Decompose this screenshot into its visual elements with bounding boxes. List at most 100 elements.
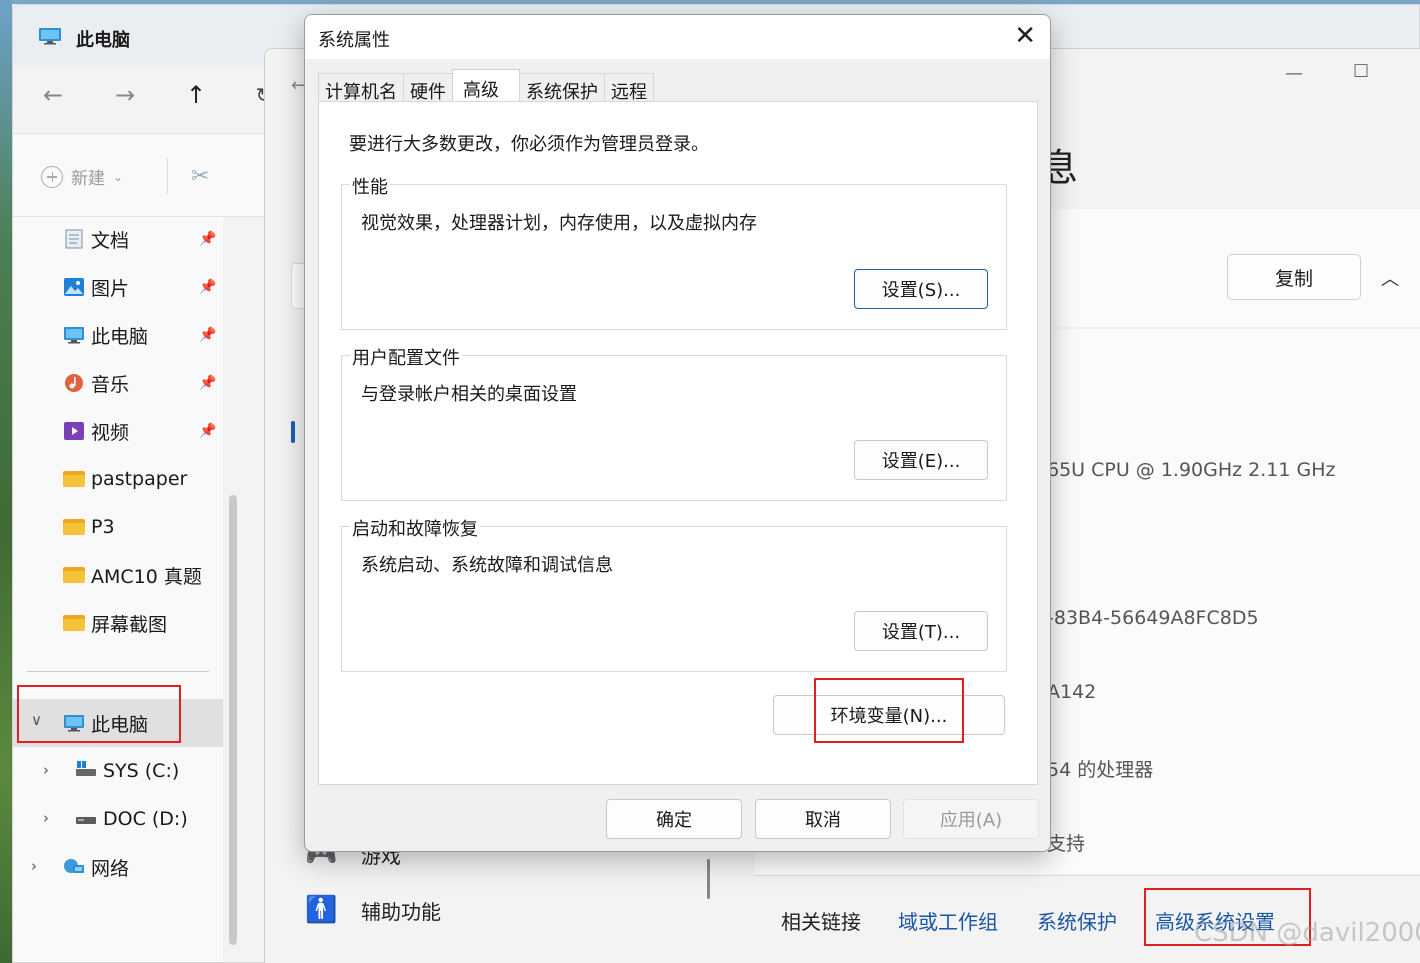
ok-button[interactable]: 确定 xyxy=(606,799,742,839)
link-domain-workgroup[interactable]: 域或工作组 xyxy=(898,906,998,935)
pin-icon: 📌 xyxy=(199,327,217,343)
sidebar-item-label: 此电脑 xyxy=(91,325,149,348)
copy-button[interactable]: 复制 xyxy=(1227,254,1361,300)
sidebar-item-screenshots[interactable]: 屏幕截图 xyxy=(13,601,223,645)
tab-remote[interactable]: 远程 xyxy=(604,73,654,103)
dialog-tabs: 计算机名 硬件 高级 系统保护 远程 xyxy=(318,69,654,103)
spec-product-id: A142 xyxy=(1047,681,1097,703)
sidebar-item-this-pc-pinned[interactable]: 此电脑 📌 xyxy=(13,313,223,357)
spec-pen-touch: 支持 xyxy=(1047,833,1086,855)
tab-system-protection[interactable]: 系统保护 xyxy=(519,73,605,103)
settings-nav-accessibility[interactable]: 🚹 辅助功能 xyxy=(305,895,441,925)
link-system-protection[interactable]: 系统保护 xyxy=(1037,906,1117,935)
settings-nav-label: 辅助功能 xyxy=(361,899,441,924)
forward-arrow-icon[interactable]: → xyxy=(110,81,140,109)
sidebar-item-pastpaper[interactable]: pastpaper xyxy=(13,457,223,501)
network-icon xyxy=(64,859,84,873)
chevron-right-icon[interactable]: › xyxy=(43,761,49,779)
system-drive-icon xyxy=(76,761,96,776)
performance-settings-button[interactable]: 设置(S)... xyxy=(854,269,988,309)
up-arrow-icon[interactable]: ↑ xyxy=(181,81,211,109)
group-title: 启动和故障恢复 xyxy=(350,515,480,541)
user-profiles-settings-button[interactable]: 设置(E)... xyxy=(854,440,988,480)
chevron-down-icon: ⌄ xyxy=(113,169,124,184)
highlight-environment-variables xyxy=(814,678,964,743)
dialog-title: 系统属性 xyxy=(318,30,390,51)
group-description: 与登录帐户相关的桌面设置 xyxy=(361,384,577,405)
sidebar-item-label: 文档 xyxy=(91,229,130,252)
folder-icon xyxy=(63,615,85,631)
highlight-this-pc xyxy=(17,685,181,743)
add-circle-icon xyxy=(41,165,63,188)
group-performance: 性能 视觉效果，处理器计划，内存使用，以及虚拟内存 设置(S)... xyxy=(341,173,1007,330)
group-user-profiles: 用户配置文件 与登录帐户相关的桌面设置 设置(E)... xyxy=(341,344,1007,501)
sidebar-item-label: 音乐 xyxy=(91,373,130,396)
sidebar-item-documents[interactable]: 文档 📌 xyxy=(13,217,223,261)
sidebar-item-label: DOC (D:) xyxy=(103,808,188,830)
tab-computer-name[interactable]: 计算机名 xyxy=(318,73,404,103)
related-links-title: 相关链接 xyxy=(781,910,861,934)
close-icon[interactable]: ✕ xyxy=(1014,21,1036,51)
computer-icon xyxy=(64,327,84,344)
sidebar-scrollbar[interactable] xyxy=(229,495,237,945)
tab-hardware[interactable]: 硬件 xyxy=(403,73,453,103)
sidebar-item-drive-c[interactable]: › SYS (C:) xyxy=(13,749,223,793)
watermark: CSDN @davil2000 xyxy=(1194,918,1420,948)
sidebar-item-pictures[interactable]: 图片 📌 xyxy=(13,265,223,309)
folder-icon xyxy=(63,471,85,487)
sidebar-item-p3[interactable]: P3 xyxy=(13,505,223,549)
sidebar-item-label: 图片 xyxy=(91,277,130,300)
spec-device-id: -83B4-56649A8FC8D5 xyxy=(1047,607,1259,629)
sidebar-item-label: pastpaper xyxy=(91,468,188,490)
document-icon xyxy=(65,229,83,249)
computer-icon xyxy=(39,28,61,45)
sidebar-item-label: 屏幕截图 xyxy=(91,613,168,636)
folder-icon xyxy=(63,567,85,583)
explorer-title: 此电脑 xyxy=(76,30,130,51)
group-description: 系统启动、系统故障和调试信息 xyxy=(361,555,613,576)
back-arrow-icon[interactable]: ← xyxy=(38,81,68,109)
admin-notice: 要进行大多数更改，你必须作为管理员登录。 xyxy=(349,134,709,155)
pin-icon: 📌 xyxy=(199,279,217,295)
chevron-right-icon[interactable]: › xyxy=(31,857,37,875)
sidebar-item-amc10[interactable]: AMC10 真题 xyxy=(13,553,223,597)
toolbar-divider xyxy=(167,158,168,194)
pin-icon: 📌 xyxy=(199,423,217,439)
sidebar-item-label: AMC10 真题 xyxy=(91,565,202,588)
spec-system-type: 54 的处理器 xyxy=(1047,759,1154,781)
group-title: 用户配置文件 xyxy=(350,344,462,370)
folder-icon xyxy=(63,519,85,535)
dialog-titlebar: 系统属性 ✕ xyxy=(305,15,1050,59)
minimize-icon[interactable]: — xyxy=(1285,63,1303,84)
startup-recovery-settings-button[interactable]: 设置(T)... xyxy=(854,611,988,651)
chevron-up-icon[interactable]: ︿ xyxy=(1381,265,1399,291)
sidebar-divider xyxy=(27,671,209,672)
music-icon xyxy=(65,374,83,392)
sidebar-item-drive-d[interactable]: › DOC (D:) xyxy=(13,797,223,841)
cancel-button[interactable]: 取消 xyxy=(755,799,891,839)
pin-icon: 📌 xyxy=(199,375,217,391)
settings-nav-scrollbar[interactable] xyxy=(707,859,710,899)
scissors-icon[interactable]: ✂ xyxy=(191,164,209,189)
chevron-right-icon[interactable]: › xyxy=(43,809,49,827)
sidebar-item-label: P3 xyxy=(91,516,115,538)
sidebar-item-music[interactable]: 音乐 📌 xyxy=(13,361,223,405)
sidebar-item-label: 视频 xyxy=(91,421,130,444)
accessibility-icon: 🚹 xyxy=(305,895,338,925)
pictures-icon xyxy=(64,278,84,296)
drive-icon xyxy=(76,817,96,824)
group-description: 视觉效果，处理器计划，内存使用，以及虚拟内存 xyxy=(361,213,757,234)
group-startup-recovery: 启动和故障恢复 系统启动、系统故障和调试信息 设置(T)... xyxy=(341,515,1007,672)
sidebar-item-network[interactable]: › 网络 xyxy=(13,845,223,889)
group-title: 性能 xyxy=(350,173,390,199)
tab-advanced[interactable]: 高级 xyxy=(452,69,520,101)
desktop-wallpaper xyxy=(0,0,12,963)
selected-nav-indicator xyxy=(291,421,295,443)
pin-icon: 📌 xyxy=(199,231,217,247)
maximize-icon[interactable]: ☐ xyxy=(1353,61,1369,82)
spec-processor: 65U CPU @ 1.90GHz 2.11 GHz xyxy=(1047,459,1336,481)
new-button[interactable]: 新建 ⌄ xyxy=(41,164,123,189)
sidebar-item-videos[interactable]: 视频 📌 xyxy=(13,409,223,453)
sidebar-item-label: 网络 xyxy=(91,857,130,880)
apply-button[interactable]: 应用(A) xyxy=(903,799,1039,839)
